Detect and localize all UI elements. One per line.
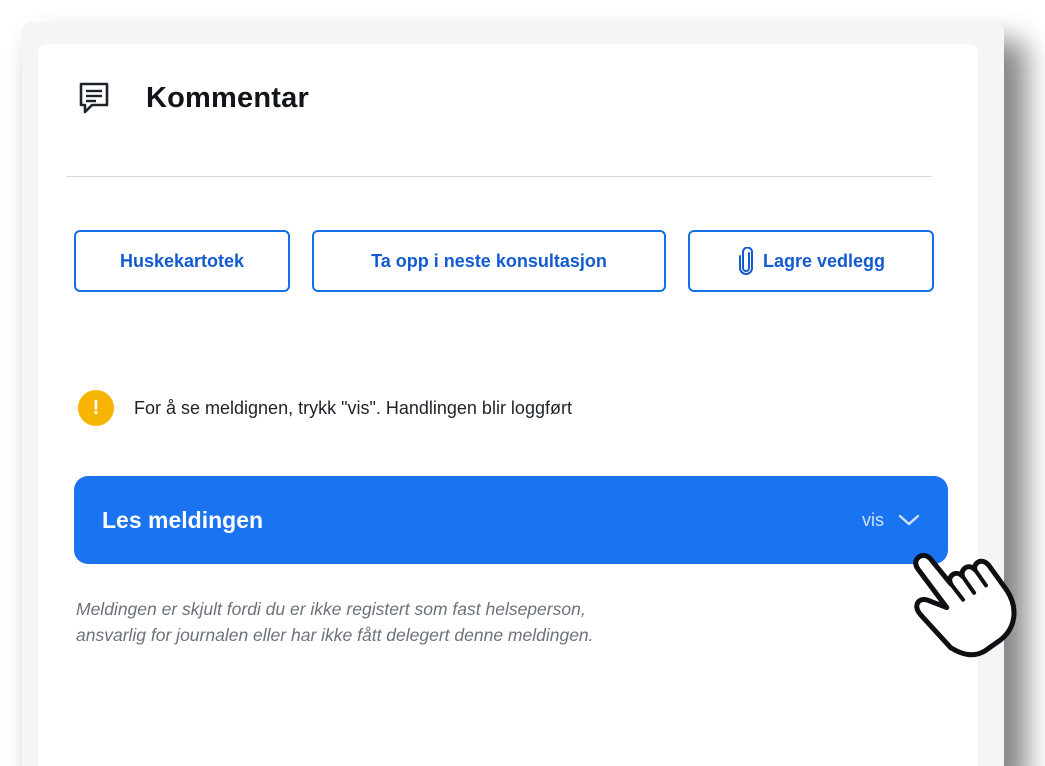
page-title: Kommentar <box>146 81 309 114</box>
note-line-2: ansvarlig for journalen eller har ikke f… <box>76 625 594 645</box>
paperclip-icon <box>738 247 753 275</box>
neste-konsultasjon-button[interactable]: Ta opp i neste konsultasjon <box>312 230 666 292</box>
huskekartotek-button[interactable]: Huskekartotek <box>74 230 290 292</box>
header-divider <box>66 176 932 177</box>
notice-text: For å se meldignen, trykk "vis". Handlin… <box>134 397 572 418</box>
neste-konsultasjon-button-label: Ta opp i neste konsultasjon <box>371 250 607 271</box>
log-notice: ! For å se meldignen, trykk "vis". Handl… <box>78 390 572 426</box>
panel-header: Kommentar <box>78 78 309 118</box>
accordion-title: Les meldingen <box>102 506 264 533</box>
screenshot-stage: Kommentar Huskekartotek Ta opp i neste k… <box>0 0 1045 766</box>
les-meldingen-accordion[interactable]: Les meldingen vis <box>74 476 948 564</box>
warning-icon: ! <box>78 390 114 426</box>
hand-pointer-icon <box>913 553 1017 658</box>
chevron-down-icon <box>898 514 920 526</box>
comment-icon <box>79 82 109 114</box>
lagre-vedlegg-button-label: Lagre vedlegg <box>762 250 886 271</box>
huskekartotek-button-label: Huskekartotek <box>119 250 245 271</box>
lagre-vedlegg-button[interactable]: Lagre vedlegg <box>688 230 934 292</box>
vis-toggle-label: vis <box>862 509 884 530</box>
note-line-1: Meldingen er skjult fordi du er ikke reg… <box>76 599 586 619</box>
hidden-message-note: Meldingen er skjult fordi du er ikke reg… <box>76 596 816 648</box>
